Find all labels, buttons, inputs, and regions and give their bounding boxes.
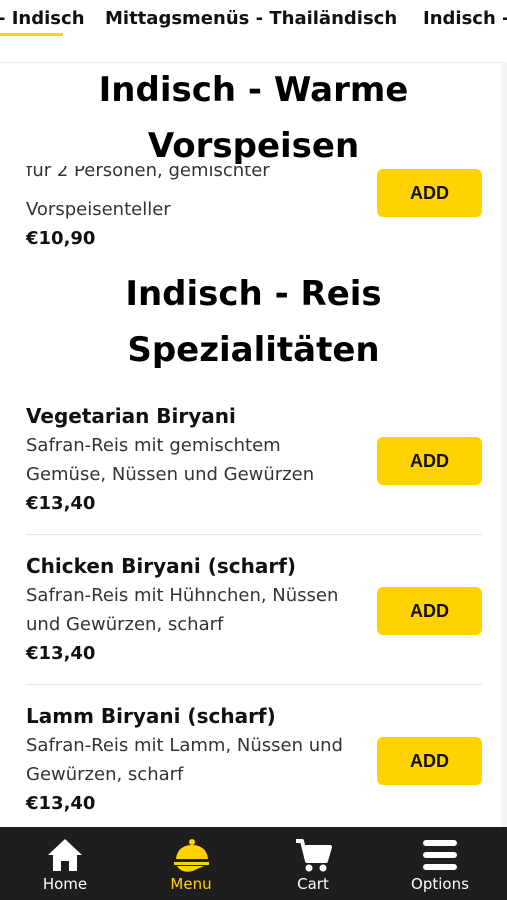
add-button-lamm-biryani[interactable]: ADD [377, 737, 482, 785]
tab-mittagsmenus-thailandisch[interactable]: Mittagsmenüs - Thailändisch [105, 8, 397, 29]
add-button-chicken-biryani[interactable]: ADD [377, 587, 482, 635]
item-name: Vegetarian Biryani [26, 404, 236, 428]
nav-cart-label: Cart [297, 875, 329, 893]
item-price: €13,40 [26, 493, 96, 514]
item-price: €13,40 [26, 793, 96, 814]
section-title-warme-vorspeisen: Indisch - Warme Vorspeisen [98, 70, 409, 166]
nav-home[interactable]: Home [2, 827, 128, 900]
item-name: Lamm Biryani (scharf) [26, 704, 276, 728]
nav-options[interactable]: Options [377, 827, 503, 900]
hamburger-icon [423, 840, 457, 870]
partial-item-desc-cut: für 2 Personen, gemischter [26, 166, 270, 180]
nav-menu[interactable]: Menu [128, 827, 254, 900]
item-name: Chicken Biryani (scharf) [26, 554, 297, 578]
item-description: Vorspeisenteller [26, 199, 171, 220]
divider [26, 684, 482, 685]
add-button-partial[interactable]: ADD [377, 169, 482, 217]
item-description: Safran-Reis mit gemischtem Gemüse, Nüsse… [26, 435, 315, 485]
nav-menu-label: Menu [170, 875, 212, 893]
cart-icon [296, 839, 332, 872]
item-description: Safran-Reis mit Hühnchen, Nüssen und Gew… [26, 585, 339, 635]
item-price: €13,40 [26, 643, 96, 664]
item-description: Safran-Reis mit Lamm, Nüssen und Gewürze… [26, 735, 343, 785]
section-title-reis-spezialitaten: Indisch - Reis Spezialitäten [125, 274, 382, 370]
category-tabs: - Indisch Mittagsmenüs - Thailändisch In… [0, 0, 507, 63]
tab-indisch[interactable]: - Indisch [0, 8, 85, 36]
nav-cart[interactable]: Cart [250, 827, 376, 900]
home-icon [48, 839, 82, 871]
item-price: €10,90 [26, 228, 96, 249]
bottom-nav: Home Menu Cart Options [0, 827, 507, 900]
menu-cloche-icon [174, 839, 209, 872]
nav-home-label: Home [42, 875, 88, 893]
add-button-vegetarian-biryani[interactable]: ADD [377, 437, 482, 485]
scrollbar[interactable] [501, 62, 507, 827]
nav-options-label: Options [411, 875, 469, 893]
divider [26, 534, 482, 535]
tab-indisch-next[interactable]: Indisch - [423, 8, 507, 29]
menu-content[interactable]: Indisch - Warme Vorspeisen für 2 Persone… [0, 62, 507, 827]
